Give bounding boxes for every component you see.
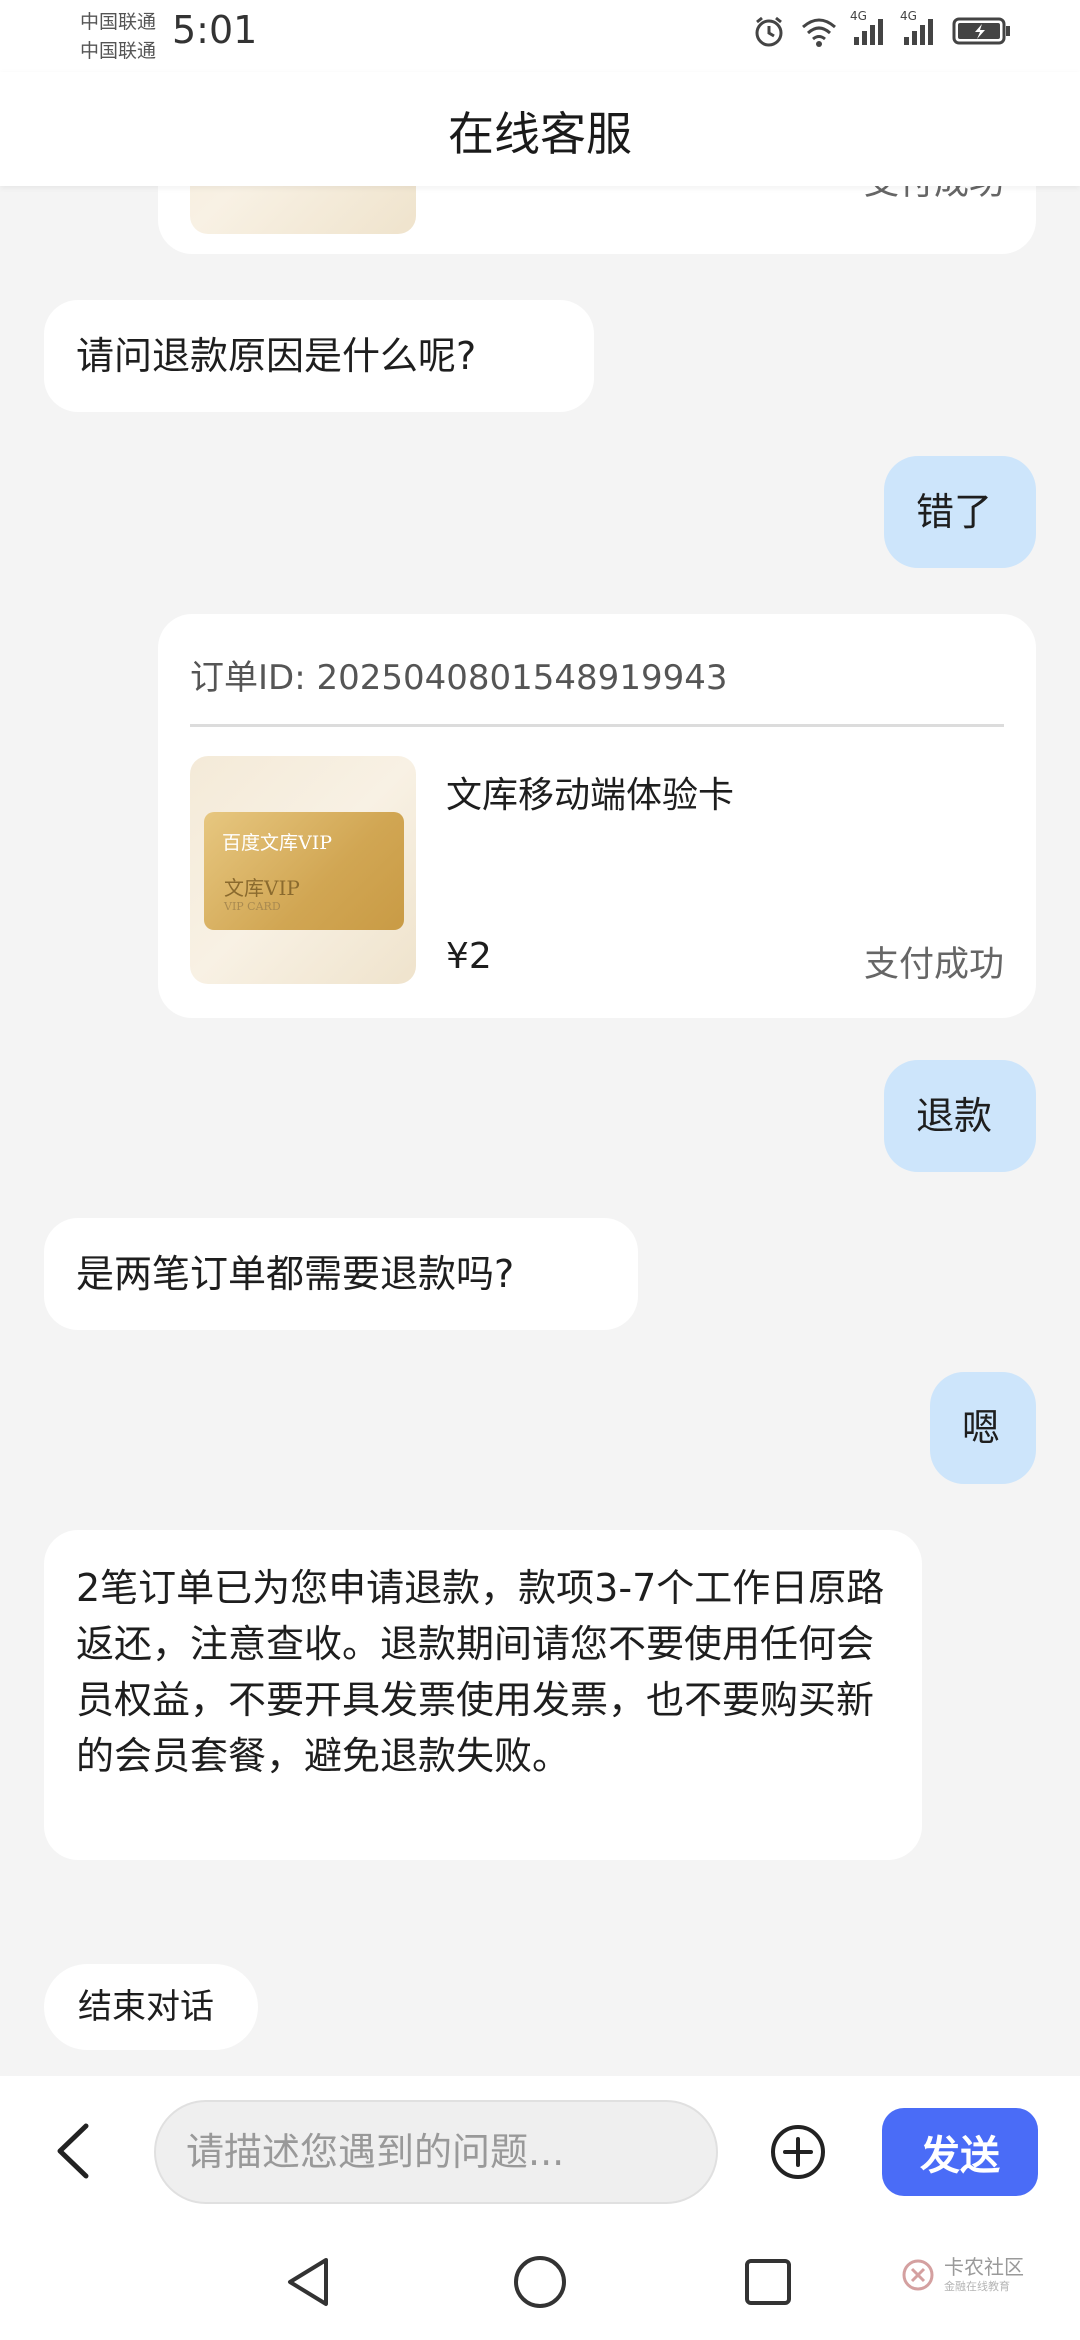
order-price: ¥12 — [446, 186, 515, 195]
product-thumbnail: 百度文库VIP 文库VIP VIP CARD — [190, 756, 416, 984]
nav-back-button[interactable] — [278, 2252, 338, 2312]
vip-title-label: 文库VIP — [224, 876, 300, 900]
vip-brand-label: 百度文库VIP — [222, 832, 333, 854]
end-chat-button[interactable]: 结束对话 — [44, 1964, 258, 2050]
agent-message: 是两笔订单都需要退款吗? — [44, 1218, 638, 1330]
status-time: 5:01 — [172, 8, 258, 52]
header: 在线客服 — [0, 72, 1080, 186]
user-message: 错了 — [884, 456, 1036, 568]
plus-circle-icon — [771, 2125, 825, 2179]
back-button[interactable] — [44, 2116, 104, 2186]
signal-2-icon: 4G — [900, 9, 938, 47]
payment-status: 支付成功 — [864, 186, 1004, 205]
signal-1-icon: 4G — [850, 9, 888, 47]
agent-message: 请问退款原因是什么呢? — [44, 300, 594, 412]
network-1-label: 4G — [850, 9, 867, 23]
carrier-1: 中国联通 — [80, 11, 157, 33]
wifi-icon — [800, 15, 838, 47]
order-id: 订单ID: 2025040801548919943 — [190, 658, 728, 698]
carrier-2: 中国联通 — [80, 40, 157, 62]
order-price: ¥2 — [446, 936, 492, 977]
network-2-label: 4G — [900, 9, 917, 23]
vip-card-image: 百度文库VIP 文库VIP VIP CARD — [204, 812, 404, 930]
nav-home-button[interactable] — [510, 2252, 570, 2312]
divider — [190, 724, 1004, 727]
user-message: 嗯 — [930, 1372, 1036, 1484]
input-bar: 发送 — [0, 2076, 1080, 2222]
message-input[interactable] — [154, 2100, 718, 2204]
status-bar: 中国联通 中国联通 5:01 4G 4G — [0, 0, 1080, 72]
watermark-subtitle: 金融在线教育 — [944, 2280, 1010, 2293]
send-button[interactable]: 发送 — [882, 2108, 1038, 2196]
status-icons: 4G 4G — [752, 9, 1012, 48]
order-card[interactable]: 订单ID: 2025040801548919943 百度文库VIP 文库VIP … — [158, 614, 1036, 1018]
system-nav-bar: 卡农社区 金融在线教育 — [0, 2222, 1080, 2340]
chat-area[interactable]: ¥12 支付成功 请问退款原因是什么呢? 错了 订单ID: 2025040801… — [0, 186, 1080, 2076]
carrier-labels: 中国联通 中国联通 — [80, 8, 156, 66]
watermark-title: 卡农社区 — [944, 2255, 1024, 2279]
product-name: 文库移动端体验卡 — [446, 775, 735, 816]
square-recents-icon — [745, 2259, 791, 2305]
order-card-previous[interactable]: ¥12 支付成功 — [158, 186, 1036, 254]
add-attachment-button[interactable] — [768, 2122, 828, 2182]
battery-icon — [952, 15, 1012, 47]
payment-status: 支付成功 — [863, 945, 1004, 985]
user-message: 退款 — [884, 1060, 1036, 1172]
alarm-icon — [752, 14, 786, 48]
agent-message: 2笔订单已为您申请退款，款项3-7个工作日原路返还，注意查收。退款期间请您不要使… — [44, 1530, 922, 1860]
page-title: 在线客服 — [448, 107, 632, 161]
watermark-logo-icon — [902, 2259, 934, 2291]
chevron-left-icon — [57, 2123, 89, 2179]
product-thumbnail — [190, 186, 416, 234]
vip-subtitle-label: VIP CARD — [224, 900, 281, 913]
watermark: 卡农社区 金融在线教育 — [900, 2256, 1024, 2294]
circle-home-icon — [514, 2256, 566, 2308]
triangle-back-icon — [288, 2258, 328, 2306]
nav-recents-button[interactable] — [738, 2252, 798, 2312]
